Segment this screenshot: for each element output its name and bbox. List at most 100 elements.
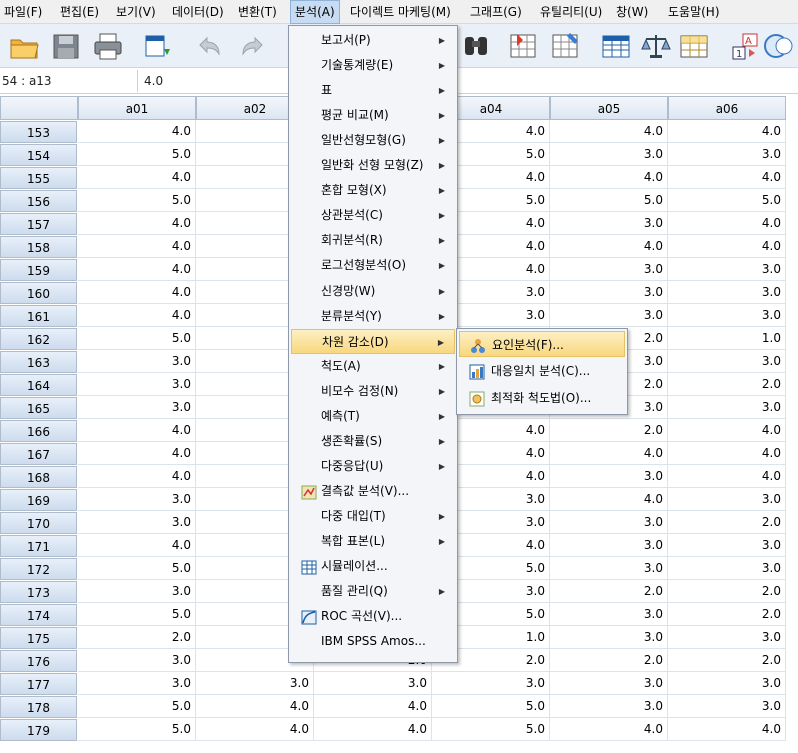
row-header[interactable]: 163 bbox=[0, 351, 77, 373]
data-cell[interactable]: 3.0 bbox=[78, 373, 196, 396]
data-cell[interactable]: 4.0 bbox=[196, 695, 314, 718]
analyze-menu-item-21[interactable]: 시뮬레이션... bbox=[291, 554, 455, 579]
submenu-item-1[interactable]: 대응일치 분석(C)... bbox=[459, 358, 625, 384]
data-cell[interactable]: 2.0 bbox=[668, 649, 786, 672]
row-header[interactable]: 155 bbox=[0, 167, 77, 189]
data-cell[interactable]: 3.0 bbox=[432, 672, 550, 695]
row-header[interactable]: 169 bbox=[0, 489, 77, 511]
menu-0[interactable]: 파일(F) bbox=[0, 0, 46, 24]
data-cell[interactable]: 3.0 bbox=[668, 534, 786, 557]
data-cell[interactable]: 5.0 bbox=[78, 143, 196, 166]
data-cell[interactable]: 2.0 bbox=[550, 580, 668, 603]
data-cell[interactable]: 4.0 bbox=[78, 258, 196, 281]
submenu-item-0[interactable]: 요인분석(F)... bbox=[459, 331, 625, 357]
data-cell[interactable]: 5.0 bbox=[78, 189, 196, 212]
data-cell[interactable]: 4.0 bbox=[78, 120, 196, 143]
data-cell[interactable]: 4.0 bbox=[196, 718, 314, 741]
save-icon[interactable] bbox=[50, 31, 82, 61]
row-header[interactable]: 176 bbox=[0, 650, 77, 672]
data-cell[interactable]: 2.0 bbox=[550, 419, 668, 442]
row-header[interactable]: 171 bbox=[0, 535, 77, 557]
data-cell[interactable]: 1.0 bbox=[668, 327, 786, 350]
data-cell[interactable]: 4.0 bbox=[668, 212, 786, 235]
data-cell[interactable]: 5.0 bbox=[78, 603, 196, 626]
data-cell[interactable]: 4.0 bbox=[550, 488, 668, 511]
row-header[interactable]: 158 bbox=[0, 236, 77, 258]
data-cell[interactable]: 4.0 bbox=[78, 465, 196, 488]
data-cell[interactable]: 3.0 bbox=[196, 672, 314, 695]
data-cell[interactable]: 5.0 bbox=[78, 557, 196, 580]
data-cell[interactable]: 3.0 bbox=[550, 603, 668, 626]
row-header[interactable]: 173 bbox=[0, 581, 77, 603]
menu-5[interactable]: 분석(A) bbox=[290, 0, 340, 24]
analyze-menu-item-1[interactable]: 기술통계량(E) ▶ bbox=[291, 53, 455, 78]
analyze-menu-item-7[interactable]: 상관분석(C) ▶ bbox=[291, 203, 455, 228]
data-cell[interactable]: 3.0 bbox=[78, 580, 196, 603]
data-cell[interactable]: 3.0 bbox=[550, 695, 668, 718]
row-header[interactable]: 165 bbox=[0, 397, 77, 419]
analyze-menu-item-4[interactable]: 일반선형모형(G) ▶ bbox=[291, 128, 455, 153]
analyze-menu-item-6[interactable]: 혼합 모형(X) ▶ bbox=[291, 178, 455, 203]
data-cell[interactable]: 4.0 bbox=[550, 442, 668, 465]
menu-1[interactable]: 편집(E) bbox=[56, 0, 103, 24]
weight-cases-icon[interactable] bbox=[640, 31, 672, 61]
menu-10[interactable]: 도움말(H) bbox=[664, 0, 724, 24]
row-header[interactable]: 178 bbox=[0, 696, 77, 718]
row-header[interactable]: 174 bbox=[0, 604, 77, 626]
analyze-menu-item-23[interactable]: ROC 곡선(V)... bbox=[291, 604, 455, 629]
row-header[interactable]: 166 bbox=[0, 420, 77, 442]
data-cell[interactable]: 3.0 bbox=[550, 258, 668, 281]
menu-2[interactable]: 보기(V) bbox=[112, 0, 160, 24]
data-cell[interactable]: 3.0 bbox=[78, 396, 196, 419]
menu-9[interactable]: 창(W) bbox=[612, 0, 652, 24]
row-header[interactable]: 161 bbox=[0, 305, 77, 327]
menu-4[interactable]: 변환(T) bbox=[234, 0, 281, 24]
menu-8[interactable]: 유틸리티(U) bbox=[536, 0, 606, 24]
analyze-menu-item-17[interactable]: 다중응답(U) ▶ bbox=[291, 454, 455, 479]
row-header[interactable]: 170 bbox=[0, 512, 77, 534]
data-cell[interactable]: 4.0 bbox=[78, 166, 196, 189]
submenu-item-2[interactable]: 최적화 척도법(O)... bbox=[459, 385, 625, 411]
analyze-menu-item-10[interactable]: 신경망(W) ▶ bbox=[291, 279, 455, 304]
data-cell[interactable]: 5.0 bbox=[78, 695, 196, 718]
data-cell[interactable]: 4.0 bbox=[78, 442, 196, 465]
data-cell[interactable]: 4.0 bbox=[668, 465, 786, 488]
data-cell[interactable]: 4.0 bbox=[78, 281, 196, 304]
data-cell[interactable]: 4.0 bbox=[78, 304, 196, 327]
row-header[interactable]: 160 bbox=[0, 282, 77, 304]
analyze-menu-item-8[interactable]: 회귀분석(R) ▶ bbox=[291, 228, 455, 253]
analyze-menu-item-16[interactable]: 생존확률(S) ▶ bbox=[291, 429, 455, 454]
analyze-menu-item-2[interactable]: 표 ▶ bbox=[291, 78, 455, 103]
analyze-menu-item-5[interactable]: 일반화 선형 모형(Z) ▶ bbox=[291, 153, 455, 178]
analyze-menu-item-24[interactable]: IBM SPSS Amos... bbox=[291, 629, 455, 654]
insert-variable-icon[interactable] bbox=[550, 31, 582, 61]
data-cell[interactable]: 3.0 bbox=[550, 511, 668, 534]
redo-icon[interactable] bbox=[238, 31, 270, 61]
data-cell[interactable]: 4.0 bbox=[78, 212, 196, 235]
data-cell[interactable]: 3.0 bbox=[78, 672, 196, 695]
data-cell[interactable]: 4.0 bbox=[668, 235, 786, 258]
data-cell[interactable]: 3.0 bbox=[668, 281, 786, 304]
menu-3[interactable]: 데이터(D) bbox=[168, 0, 228, 24]
find-icon[interactable] bbox=[460, 31, 492, 61]
data-cell[interactable]: 2.0 bbox=[668, 580, 786, 603]
row-header[interactable]: 162 bbox=[0, 328, 77, 350]
data-cell[interactable]: 4.0 bbox=[550, 235, 668, 258]
data-cell[interactable]: 3.0 bbox=[78, 350, 196, 373]
data-cell[interactable]: 5.0 bbox=[432, 695, 550, 718]
data-cell[interactable]: 3.0 bbox=[550, 212, 668, 235]
analyze-menu-item-11[interactable]: 분류분석(Y) ▶ bbox=[291, 304, 455, 329]
analyze-menu-item-15[interactable]: 예측(T) ▶ bbox=[291, 404, 455, 429]
row-header[interactable]: 159 bbox=[0, 259, 77, 281]
analyze-menu-item-0[interactable]: 보고서(P) ▶ bbox=[291, 28, 455, 53]
row-header[interactable]: 157 bbox=[0, 213, 77, 235]
use-variable-sets-icon[interactable] bbox=[762, 31, 794, 61]
data-cell[interactable]: 4.0 bbox=[78, 419, 196, 442]
data-cell[interactable]: 3.0 bbox=[668, 396, 786, 419]
data-cell[interactable]: 2.0 bbox=[78, 626, 196, 649]
analyze-menu-item-18[interactable]: 결측값 분석(V)... bbox=[291, 479, 455, 504]
analyze-menu-item-20[interactable]: 복합 표본(L) ▶ bbox=[291, 529, 455, 554]
data-cell[interactable]: 4.0 bbox=[668, 166, 786, 189]
data-cell[interactable]: 2.0 bbox=[550, 649, 668, 672]
data-cell[interactable]: 3.0 bbox=[550, 672, 668, 695]
